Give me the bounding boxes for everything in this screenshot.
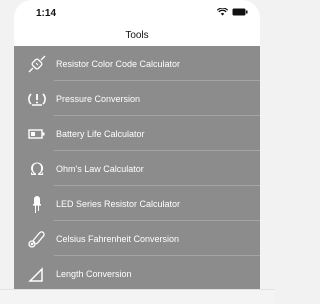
status-bar: 1:14 <box>14 0 260 24</box>
svg-text:Ω: Ω <box>30 160 44 179</box>
page-title: Tools <box>125 29 149 41</box>
tool-row-battery[interactable]: Battery Life Calculator <box>14 116 260 151</box>
led-icon <box>26 193 48 215</box>
ruler-icon <box>26 263 48 285</box>
resistor-icon <box>26 53 48 75</box>
tools-list: Resistor Color Code Calculator Pressure … <box>14 46 260 290</box>
navigation-bar: Tools <box>14 24 260 46</box>
tool-label: Ohm's Law Calculator <box>56 163 144 174</box>
tool-row-pressure[interactable]: Pressure Conversion <box>14 81 260 116</box>
wifi-icon <box>217 8 228 16</box>
bottom-bar <box>0 289 274 304</box>
tool-row-led[interactable]: LED Series Resistor Calculator <box>14 186 260 221</box>
tool-label: Battery Life Calculator <box>56 128 145 139</box>
thermometer-icon <box>26 228 48 250</box>
tool-label: LED Series Resistor Calculator <box>56 198 181 209</box>
tool-row-temperature[interactable]: Celsius Fahrenheit Conversion <box>14 221 260 256</box>
tool-row-ohms-law[interactable]: Ω Ohm's Law Calculator <box>14 151 260 186</box>
tool-row-length[interactable]: Length Conversion <box>14 256 260 290</box>
tool-label: Resistor Color Code Calculator <box>56 58 181 69</box>
tool-label: Length Conversion <box>56 268 132 279</box>
pressure-warning-icon <box>26 88 48 110</box>
phone-screen: 1:14 Tools Resistor Color Code Calculato… <box>14 0 260 290</box>
status-icons <box>217 8 248 16</box>
status-time: 1:14 <box>36 8 57 19</box>
battery-status-icon <box>232 8 248 16</box>
battery-icon <box>26 123 48 145</box>
tool-row-resistor[interactable]: Resistor Color Code Calculator <box>14 46 260 81</box>
tool-label: Celsius Fahrenheit Conversion <box>56 233 180 244</box>
omega-icon: Ω <box>26 158 48 180</box>
tool-label: Pressure Conversion <box>56 93 141 104</box>
